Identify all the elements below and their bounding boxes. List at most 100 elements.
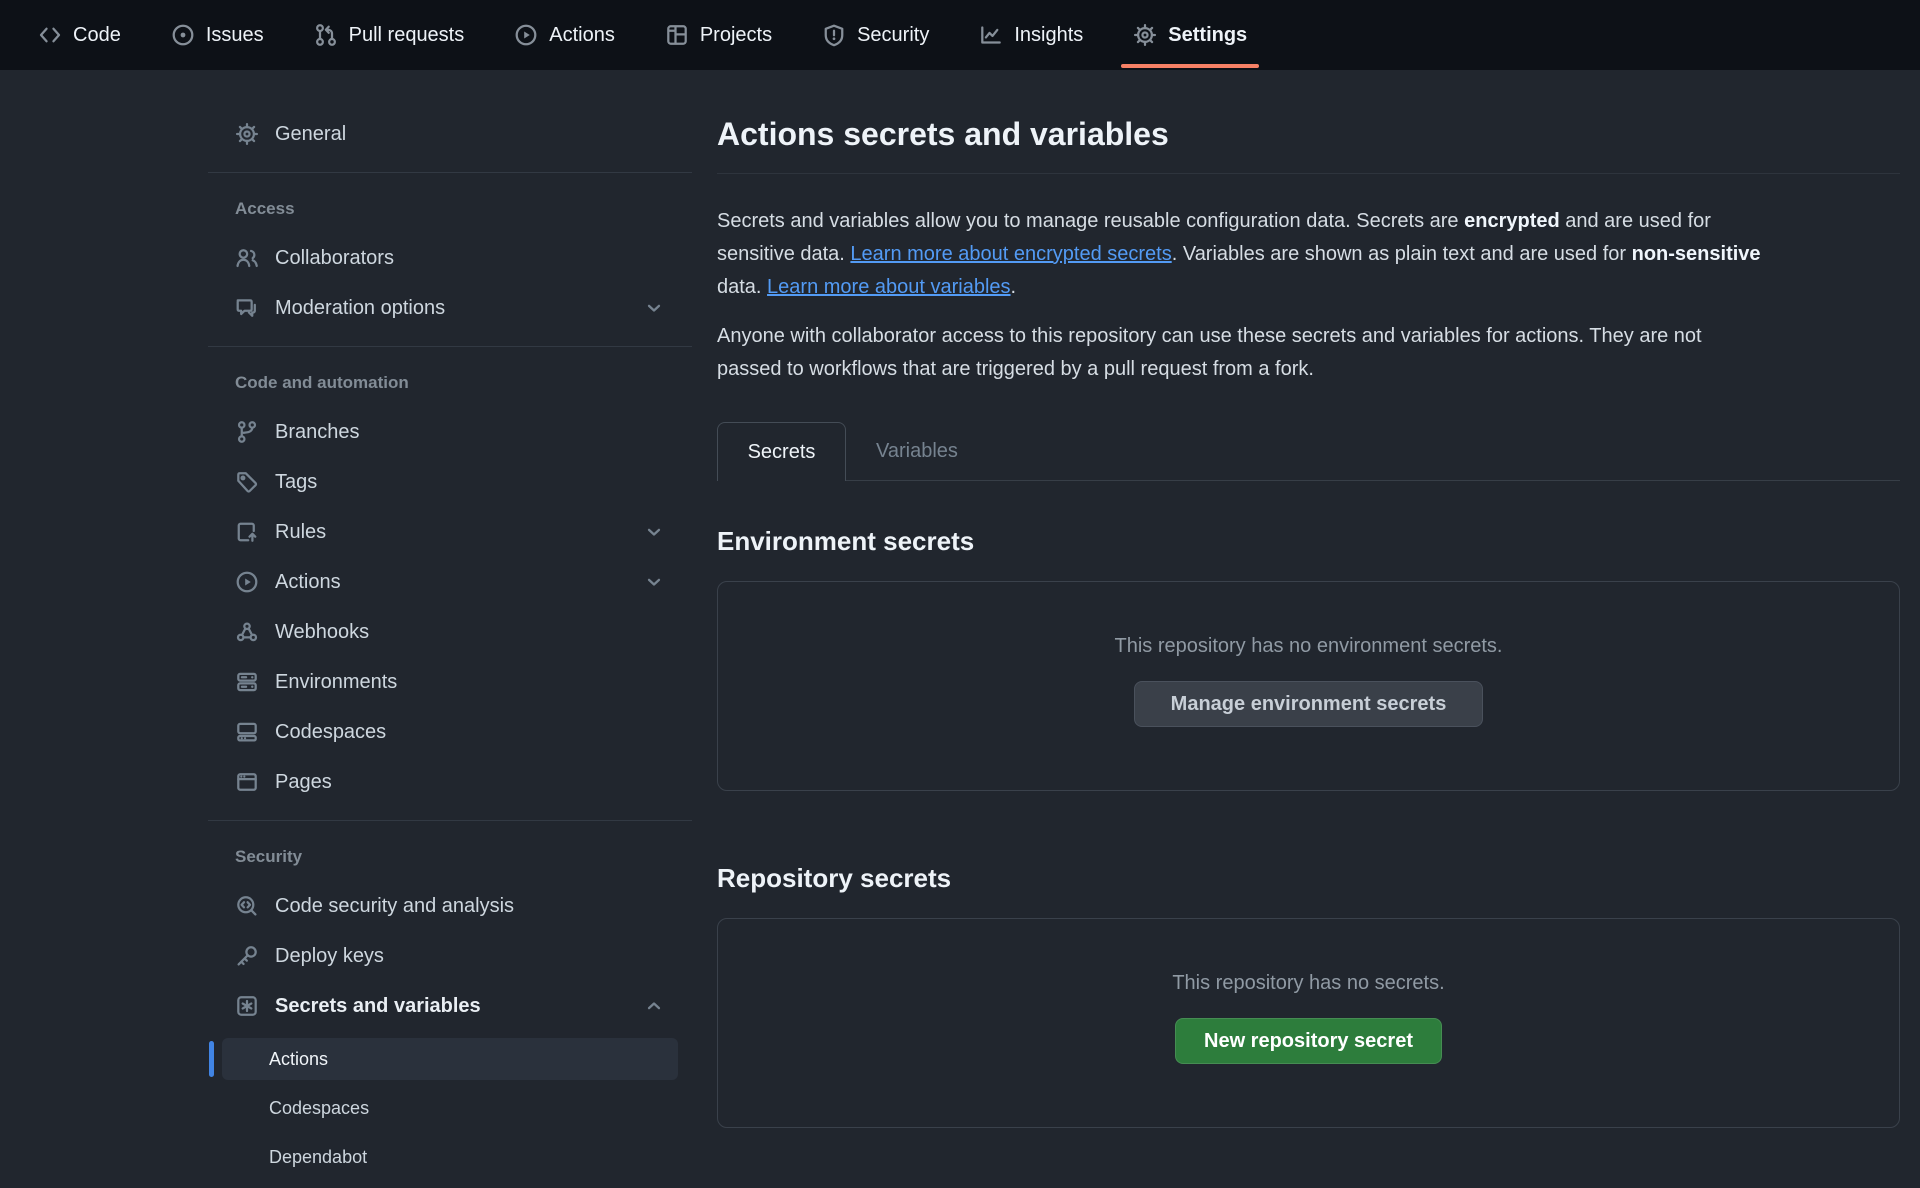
sidebar-item-environments[interactable]: Environments [208, 657, 692, 707]
browser-icon [235, 770, 259, 794]
sidebar-divider [208, 172, 692, 173]
sidebar-item-label: Actions [275, 571, 341, 594]
active-item-indicator [209, 1041, 214, 1077]
tag-icon [235, 470, 259, 494]
repo-tab-label: Pull requests [349, 24, 465, 47]
body-text: Secrets and variables allow you to manag… [717, 210, 1464, 232]
sidebar-section-header: Security [208, 833, 692, 881]
chevron-up-icon [644, 996, 664, 1016]
environment-secrets-box: This repository has no environment secre… [717, 581, 1900, 791]
codespaces-icon [235, 720, 259, 744]
play-circle-icon [514, 23, 538, 47]
sidebar-item-label: Codespaces [275, 721, 386, 744]
body-text: data. [717, 276, 767, 298]
sidebar-item-tags[interactable]: Tags [208, 457, 692, 507]
sidebar-subitem-dependabot[interactable]: Dependabot [222, 1136, 678, 1178]
tab-variables[interactable]: Variables [846, 422, 988, 481]
sidebar-item-deploy-keys[interactable]: Deploy keys [208, 931, 692, 981]
sidebar-item-label: Tags [275, 471, 317, 494]
repo-tab-label: Code [73, 24, 121, 47]
sidebar-item-label: Collaborators [275, 247, 394, 270]
comment-discussion-icon [235, 296, 259, 320]
secrets-variables-tabnav: Secrets Variables [717, 422, 1900, 481]
intro-line: sensitive data. Learn more about encrypt… [717, 238, 1900, 271]
page-title: Actions secrets and variables [717, 116, 1900, 174]
body-text: . [1011, 276, 1017, 298]
repo-tab-code[interactable]: Code [38, 0, 121, 70]
sidebar-item-label: Deploy keys [275, 945, 384, 968]
environment-secrets-heading: Environment secrets [717, 526, 1900, 557]
repo-tab-issues[interactable]: Issues [171, 0, 264, 70]
sidebar-item-label: Moderation options [275, 297, 445, 320]
intro-line: data. Learn more about variables. [717, 271, 1900, 304]
repo-tab-label: Issues [206, 24, 264, 47]
sidebar-item-rules[interactable]: Rules [208, 507, 692, 557]
git-branch-icon [235, 420, 259, 444]
sidebar-item-label: Code security and analysis [275, 895, 514, 918]
sidebar-divider [208, 346, 692, 347]
sidebar-item-pages[interactable]: Pages [208, 757, 692, 807]
repo-tab-pull-requests[interactable]: Pull requests [314, 0, 465, 70]
code-icon [38, 23, 62, 47]
emphasized-text: encrypted [1464, 210, 1560, 232]
sidebar-subitem-actions[interactable]: Actions [222, 1038, 678, 1080]
play-circle-icon [235, 570, 259, 594]
learn-more-link[interactable]: Learn more about encrypted secrets [850, 243, 1171, 265]
webhook-icon [235, 620, 259, 644]
body-text: . Variables are shown as plain text and … [1172, 243, 1632, 265]
repo-tab-actions[interactable]: Actions [514, 0, 615, 70]
sidebar-item-code-security-and-analysis[interactable]: Code security and analysis [208, 881, 692, 931]
sidebar-item-collaborators[interactable]: Collaborators [208, 233, 692, 283]
body-text: and are used for [1560, 210, 1711, 232]
settings-content: Actions secrets and variables Secrets an… [717, 0, 1900, 1128]
github-repo-settings-page: CodeIssuesPull requestsActionsProjectsSe… [0, 0, 1920, 1188]
body-text: sensitive data. [717, 243, 850, 265]
sidebar-item-actions[interactable]: Actions [208, 557, 692, 607]
repository-secrets-empty-text: This repository has no secrets. [1172, 972, 1444, 995]
repository-secrets-heading: Repository secrets [717, 863, 1900, 894]
paragraph-line: passed to workflows that are triggered b… [717, 353, 1900, 386]
paragraph-line: Anyone with collaborator access to this … [717, 320, 1900, 353]
sidebar-item-codespaces[interactable]: Codespaces [208, 707, 692, 757]
repository-secrets-box: This repository has no secrets. New repo… [717, 918, 1900, 1128]
emphasized-text: non-sensitive [1632, 243, 1761, 265]
sidebar-item-branches[interactable]: Branches [208, 407, 692, 457]
sidebar-subitem-label: Actions [269, 1049, 328, 1070]
sidebar-subitem-codespaces[interactable]: Codespaces [222, 1087, 678, 1129]
collaborator-access-paragraph: Anyone with collaborator access to this … [717, 320, 1900, 386]
chevron-down-icon [644, 522, 664, 542]
asterisk-box-icon [235, 994, 259, 1018]
sidebar-item-label: Pages [275, 771, 332, 794]
repo-tab-label: Actions [549, 24, 615, 47]
intro-line: Secrets and variables allow you to manag… [717, 205, 1900, 238]
learn-more-link[interactable]: Learn more about variables [767, 276, 1010, 298]
environment-secrets-empty-text: This repository has no environment secre… [1115, 635, 1503, 658]
chevron-down-icon [644, 298, 664, 318]
sidebar-item-webhooks[interactable]: Webhooks [208, 607, 692, 657]
sidebar-item-label: Rules [275, 521, 326, 544]
sidebar-subitem-label: Codespaces [269, 1098, 369, 1119]
sidebar-subitem-label: Dependabot [269, 1147, 367, 1168]
server-icon [235, 670, 259, 694]
sidebar-section-header: Code and automation [208, 359, 692, 407]
tab-secrets[interactable]: Secrets [717, 422, 846, 481]
codescan-icon [235, 894, 259, 918]
sidebar-item-label: Webhooks [275, 621, 369, 644]
manage-environment-secrets-button[interactable]: Manage environment secrets [1134, 681, 1484, 727]
gear-icon [235, 122, 259, 146]
sidebar-item-moderation-options[interactable]: Moderation options [208, 283, 692, 333]
pull-request-icon [314, 23, 338, 47]
sidebar-item-label: Secrets and variables [275, 995, 481, 1018]
issue-icon [171, 23, 195, 47]
settings-sidebar: General Access Collaborators Moderation opt… [208, 109, 692, 1178]
sidebar-item-secrets-and-variables[interactable]: Secrets and variables [208, 981, 692, 1031]
sidebar-item-label: Environments [275, 671, 397, 694]
projects-icon [665, 23, 689, 47]
rules-icon [235, 520, 259, 544]
sidebar-section-header: Access [208, 185, 692, 233]
chevron-down-icon [644, 572, 664, 592]
sidebar-divider [208, 820, 692, 821]
new-repository-secret-button[interactable]: New repository secret [1175, 1018, 1442, 1064]
sidebar-item-label: General [275, 123, 346, 146]
sidebar-item-general[interactable]: General [208, 109, 692, 159]
